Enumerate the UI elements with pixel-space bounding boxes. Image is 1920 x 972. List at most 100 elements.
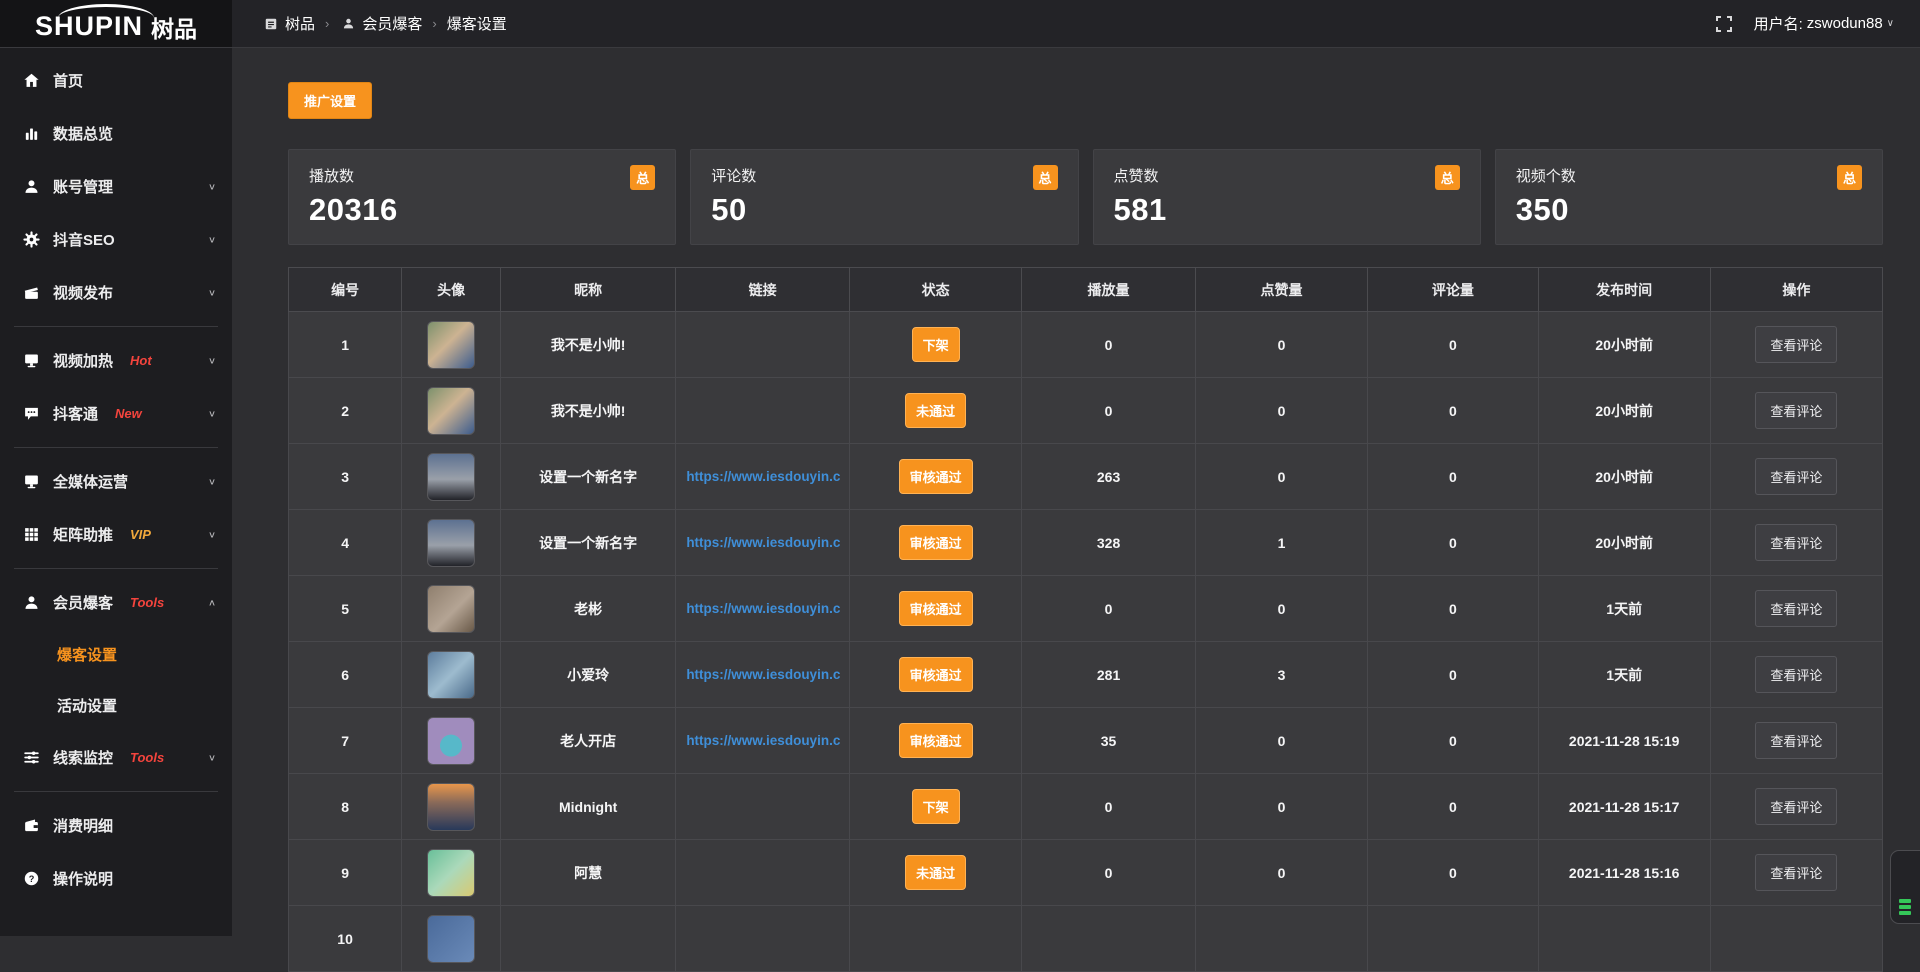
video-link[interactable]: https://www.iesdouyin.c <box>676 667 849 682</box>
view-comments-button[interactable]: 查看评论 <box>1755 722 1837 759</box>
view-comments-button[interactable]: 查看评论 <box>1755 524 1837 561</box>
status-cell: 下架 <box>850 774 1022 840</box>
comments-cell: 0 <box>1368 510 1539 576</box>
view-comments-button[interactable]: 查看评论 <box>1755 590 1837 627</box>
column-header: 操作 <box>1710 268 1882 312</box>
topbar-right: 用户名: zswodun88 ∨ <box>1716 0 1920 47</box>
table-row: 8Midnight下架0002021-11-28 15:17查看评论 <box>289 774 1883 840</box>
avatar <box>427 783 475 831</box>
action-cell: 查看评论 <box>1710 444 1882 510</box>
status-cell: 审核通过 <box>850 642 1022 708</box>
promo-settings-button[interactable]: 推广设置 <box>288 82 372 119</box>
likes-cell: 0 <box>1195 708 1367 774</box>
view-comments-button[interactable]: 查看评论 <box>1755 392 1837 429</box>
table-row: 1我不是小帅!下架00020小时前查看评论 <box>289 312 1883 378</box>
publish-time-cell: 20小时前 <box>1538 444 1710 510</box>
nickname-cell: Midnight <box>500 774 675 840</box>
nickname-cell: 我不是小帅! <box>500 312 675 378</box>
nickname-cell: 设置一个新名字 <box>500 510 675 576</box>
view-comments-button[interactable]: 查看评论 <box>1755 326 1837 363</box>
sidebar-item-douyin-seo[interactable]: 抖音SEO∨ <box>0 213 232 266</box>
comments-cell: 0 <box>1368 774 1539 840</box>
sidebar-subitem-baoke-settings[interactable]: 爆客设置 <box>0 629 232 680</box>
column-header: 链接 <box>676 268 850 312</box>
plays-cell: 35 <box>1022 708 1196 774</box>
video-link[interactable]: https://www.iesdouyin.c <box>676 733 849 748</box>
user-menu[interactable]: 用户名: zswodun88 ∨ <box>1754 13 1894 34</box>
avatar-cell <box>402 444 501 510</box>
chevron-down-icon: ∨ <box>208 287 216 297</box>
total-badge: 总 <box>1837 165 1862 190</box>
avatar <box>427 453 475 501</box>
floating-widget[interactable] <box>1890 850 1920 924</box>
nickname-cell: 老彬 <box>500 576 675 642</box>
member-icon <box>22 594 40 611</box>
comments-cell <box>1368 906 1539 972</box>
action-cell: 查看评论 <box>1710 642 1882 708</box>
avatar <box>427 321 475 369</box>
column-header: 编号 <box>289 268 402 312</box>
chevron-down-icon: ∨ <box>208 355 216 365</box>
breadcrumb-item[interactable]: 会员爆客 <box>339 13 422 34</box>
sidebar-item-media-operation[interactable]: 全媒体运营∨ <box>0 455 232 508</box>
view-comments-button[interactable]: 查看评论 <box>1755 458 1837 495</box>
sidebar-item-video-heating[interactable]: 视频加热Hot∨ <box>0 334 232 387</box>
grid-icon <box>22 526 40 543</box>
publish-time-cell: 20小时前 <box>1538 510 1710 576</box>
avatar-cell <box>402 378 501 444</box>
video-link[interactable]: https://www.iesdouyin.c <box>676 601 849 616</box>
link-cell <box>676 312 850 378</box>
avatar-cell <box>402 708 501 774</box>
fullscreen-icon[interactable] <box>1716 16 1732 32</box>
sidebar-subitem-activity-settings[interactable]: 活动设置 <box>0 680 232 731</box>
sidebar-item-label: 抖客通 <box>53 403 98 424</box>
stat-value: 581 <box>1114 192 1460 228</box>
stat-card: 播放数总20316 <box>288 149 676 245</box>
breadcrumb-item[interactable]: 爆客设置 <box>447 13 507 34</box>
status-badge: 审核通过 <box>899 591 973 626</box>
sidebar-item-clue-monitor[interactable]: 线索监控Tools∨ <box>0 731 232 784</box>
sidebar-item-consumption-detail[interactable]: 消费明细 <box>0 799 232 852</box>
breadcrumb-item[interactable]: 树品 <box>262 13 315 34</box>
sidebar-item-home[interactable]: 首页 <box>0 54 232 107</box>
link-cell <box>676 774 850 840</box>
breadcrumb-separator: › <box>325 16 329 31</box>
avatar <box>427 585 475 633</box>
plays-cell: 281 <box>1022 642 1196 708</box>
sidebar: 首页数据总览账号管理∨抖音SEO∨视频发布∨ 视频加热Hot∨抖客通New∨ 全媒体… <box>0 48 232 936</box>
video-link[interactable]: https://www.iesdouyin.c <box>676 535 849 550</box>
sidebar-item-matrix-boost[interactable]: 矩阵助推VIP∨ <box>0 508 232 561</box>
wallet-icon <box>22 817 40 834</box>
breadcrumb-label: 树品 <box>285 13 315 34</box>
breadcrumb-label: 会员爆客 <box>362 13 422 34</box>
row-id-cell: 8 <box>289 774 402 840</box>
sidebar-item-account-management[interactable]: 账号管理∨ <box>0 160 232 213</box>
sidebar-item-label: 数据总览 <box>53 123 113 144</box>
chevron-down-icon: ∨ <box>208 234 216 244</box>
view-comments-button[interactable]: 查看评论 <box>1755 854 1837 891</box>
view-comments-button[interactable]: 查看评论 <box>1755 788 1837 825</box>
sidebar-divider <box>14 568 218 569</box>
plays-cell: 0 <box>1022 840 1196 906</box>
brand-logo[interactable]: SHUPIN 树品 <box>0 0 232 47</box>
action-cell: 查看评论 <box>1710 312 1882 378</box>
view-comments-button[interactable]: 查看评论 <box>1755 656 1837 693</box>
table-row: 2我不是小帅!未通过00020小时前查看评论 <box>289 378 1883 444</box>
table-row: 3设置一个新名字https://www.iesdouyin.c审核通过26300… <box>289 444 1883 510</box>
comments-cell: 0 <box>1368 444 1539 510</box>
publish-time-cell: 2021-11-28 15:16 <box>1538 840 1710 906</box>
likes-cell: 0 <box>1195 774 1367 840</box>
video-link[interactable]: https://www.iesdouyin.c <box>676 469 849 484</box>
sidebar-item-video-publish[interactable]: 视频发布∨ <box>0 266 232 319</box>
sidebar-item-data-overview[interactable]: 数据总览 <box>0 107 232 160</box>
table-row: 7老人开店https://www.iesdouyin.c审核通过35002021… <box>289 708 1883 774</box>
topbar: SHUPIN 树品 树品›会员爆客›爆客设置 用户名: zswodun88 ∨ <box>0 0 1920 48</box>
status-cell <box>850 906 1022 972</box>
sidebar-item-douketong[interactable]: 抖客通New∨ <box>0 387 232 440</box>
plays-cell: 0 <box>1022 312 1196 378</box>
plays-cell: 0 <box>1022 378 1196 444</box>
sidebar-item-label: 会员爆客 <box>53 592 113 613</box>
sidebar-item-member-baoke[interactable]: 会员爆客Tools∧ <box>0 576 232 629</box>
sidebar-item-operation-guide[interactable]: ?操作说明 <box>0 852 232 905</box>
avatar <box>427 849 475 897</box>
